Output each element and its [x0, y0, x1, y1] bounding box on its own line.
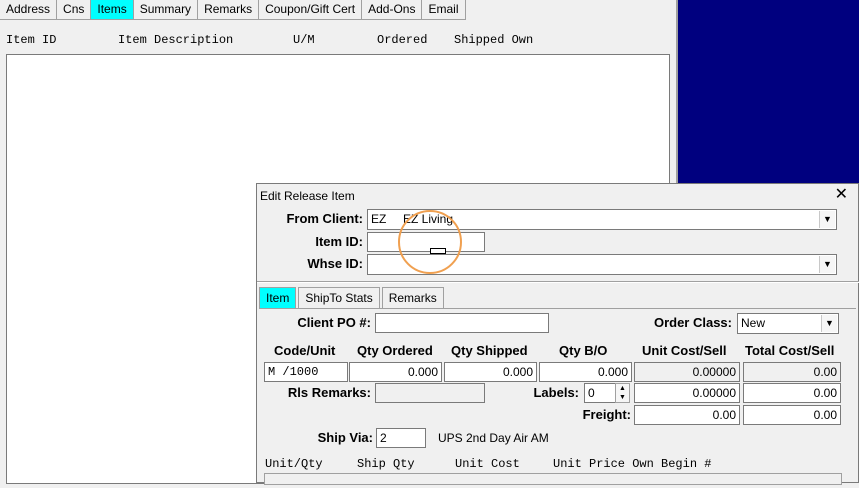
- code-unit-input[interactable]: M /1000: [264, 362, 348, 382]
- chevron-down-icon[interactable]: ▼: [819, 211, 835, 228]
- ship-via-description: UPS 2nd Day Air AM: [438, 431, 549, 445]
- freight-input[interactable]: 0.00: [634, 405, 740, 425]
- column-header-ship-qty[interactable]: Ship Qty: [357, 457, 415, 471]
- cursor-highlight: [398, 210, 462, 274]
- labels-label: Labels:: [533, 385, 579, 400]
- order-class-label: Order Class:: [653, 315, 732, 330]
- ship-via-label: Ship Via:: [317, 430, 373, 445]
- column-header-unit-qty[interactable]: Unit/Qty: [265, 457, 323, 471]
- column-header-unit-price-own-begin[interactable]: Unit Price Own Begin #: [553, 457, 711, 471]
- qty-bo-header: Qty B/O: [559, 343, 608, 358]
- qty-shipped-header: Qty Shipped: [451, 343, 528, 358]
- spin-icon[interactable]: ▲ ▼: [615, 383, 630, 403]
- edit-release-item-dialog: Edit Release Item ✕ From Client: EZ EZ L…: [256, 183, 859, 485]
- qty-shipped-input[interactable]: 0.000: [444, 362, 537, 382]
- close-icon[interactable]: ✕: [835, 187, 848, 203]
- tab-remarks[interactable]: Remarks: [198, 0, 260, 20]
- tab-dialog-remarks[interactable]: Remarks: [381, 287, 444, 308]
- ship-via-input[interactable]: 2: [376, 428, 426, 448]
- code-unit-header: Code/Unit: [274, 343, 336, 358]
- tab-email[interactable]: Email: [422, 0, 466, 20]
- tab-shipto-stats[interactable]: ShipTo Stats: [298, 287, 380, 308]
- labels-input[interactable]: 0: [584, 383, 616, 403]
- items-list-header: Item ID Item Description U/M Ordered Shi…: [0, 33, 670, 49]
- order-class-value: New: [741, 316, 766, 330]
- tab-items[interactable]: Items: [91, 0, 134, 20]
- tab-item[interactable]: Item: [259, 287, 297, 308]
- unit-sell-input[interactable]: 0.00000: [634, 383, 740, 403]
- freight-total-input[interactable]: 0.00: [743, 405, 841, 425]
- dialog-tab-bar: Item ShipTo Stats Remarks: [259, 287, 446, 308]
- total-cost-sell-header: Total Cost/Sell: [745, 343, 835, 358]
- chevron-down-icon[interactable]: ▼: [819, 256, 835, 273]
- column-header-item-description[interactable]: Item Description: [118, 33, 233, 47]
- client-po-input[interactable]: [375, 313, 549, 333]
- dialog-separator: [257, 281, 859, 283]
- column-header-shipped-own[interactable]: Shipped Own: [454, 33, 533, 47]
- dialog-title: Edit Release Item: [260, 189, 355, 203]
- tab-address[interactable]: Address: [0, 0, 58, 20]
- total-sell-input[interactable]: 0.00: [743, 383, 841, 403]
- column-header-um[interactable]: U/M: [293, 33, 315, 47]
- tab-coupon-gift-cert[interactable]: Coupon/Gift Cert: [259, 0, 363, 20]
- unit-cost-sell-header: Unit Cost/Sell: [642, 343, 727, 358]
- chevron-down-icon[interactable]: ▼: [821, 315, 837, 332]
- column-header-unit-cost[interactable]: Unit Cost: [455, 457, 520, 471]
- from-client-label: From Client:: [286, 211, 363, 226]
- tab-cns[interactable]: Cns: [57, 0, 92, 20]
- client-po-label: Client PO #:: [297, 315, 371, 330]
- whse-id-label: Whse ID:: [307, 256, 363, 271]
- order-class-combo[interactable]: New ▼: [737, 313, 839, 334]
- release-grid[interactable]: [264, 473, 842, 485]
- freight-label: Freight:: [582, 407, 631, 422]
- main-tab-bar: Address Cns Items Summary Remarks Coupon…: [0, 0, 466, 20]
- item-id-label: Item ID:: [315, 234, 363, 249]
- rls-remarks-label: Rls Remarks:: [287, 385, 371, 400]
- qty-bo-input[interactable]: 0.000: [539, 362, 632, 382]
- qty-ordered-header: Qty Ordered: [357, 343, 433, 358]
- column-header-ordered[interactable]: Ordered: [377, 33, 427, 47]
- unit-cost-field: 0.00000: [634, 362, 740, 382]
- column-header-item-id[interactable]: Item ID: [6, 33, 56, 47]
- total-cost-field: 0.00: [743, 362, 841, 382]
- qty-ordered-input[interactable]: 0.000: [349, 362, 442, 382]
- tab-add-ons[interactable]: Add-Ons: [362, 0, 423, 20]
- tab-summary[interactable]: Summary: [133, 0, 199, 20]
- rls-remarks-input[interactable]: [375, 383, 485, 403]
- text-cursor-icon: [430, 248, 446, 254]
